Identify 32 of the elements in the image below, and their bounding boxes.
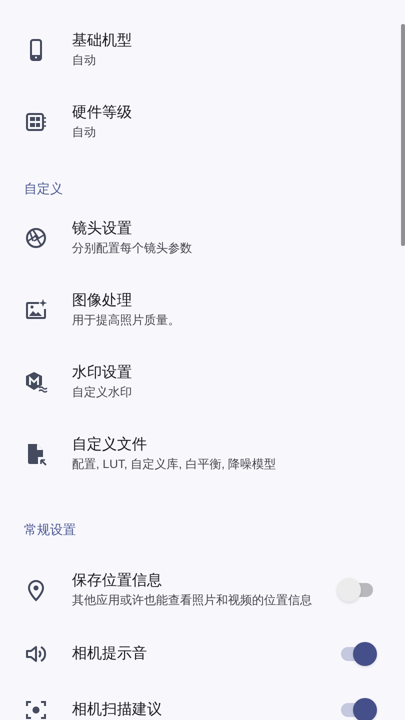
item-title: 硬件等级 [72, 103, 133, 123]
aperture-icon [24, 226, 48, 250]
settings-item[interactable]: 图像处理 用于提高照片质量。 [0, 274, 405, 346]
image-sparkle-icon [24, 298, 48, 322]
item-subtitle: 自动 [72, 52, 97, 69]
section-header: 自定义 [24, 181, 63, 196]
item-title: 水印设置 [72, 363, 133, 383]
settings-item[interactable]: 基础机型 自动 [0, 14, 405, 86]
settings-item[interactable]: 自定义文件 配置, LUT, 自定义库, 白平衡, 降噪模型 [0, 418, 405, 490]
item-title: 图像处理 [72, 291, 133, 311]
section-header: 常规设置 [24, 522, 76, 537]
item-subtitle: 其他应用或许也能查看照片和视频的位置信息 [72, 592, 313, 609]
item-subtitle: 用于提高照片质量。 [72, 312, 181, 329]
settings-item[interactable]: 镜头设置 分别配置每个镜头参数 [0, 202, 405, 274]
item-subtitle: 配置, LUT, 自定义库, 白平衡, 降噪模型 [72, 456, 278, 473]
settings-item[interactable]: 保存位置信息 其他应用或许也能查看照片和视频的位置信息 [0, 554, 405, 626]
item-subtitle: 分别配置每个镜头参数 [72, 240, 193, 257]
settings-item[interactable]: 硬件等级 自动 [0, 86, 405, 158]
item-title: 基础机型 [72, 31, 133, 51]
item-title: 自定义文件 [72, 435, 148, 455]
item-subtitle: 自定义水印 [72, 384, 133, 401]
scan-icon [24, 698, 48, 720]
settings-item[interactable]: 相机提示音 [0, 626, 405, 682]
item-subtitle: 自动 [72, 124, 97, 141]
settings-item[interactable]: 水印设置 自定义水印 [0, 346, 405, 418]
item-title: 相机扫描建议 [72, 700, 163, 720]
item-title: 镜头设置 [72, 219, 133, 239]
chip-icon [24, 110, 48, 134]
settings-item[interactable]: 相机扫描建议 [0, 682, 405, 720]
item-title: 相机提示音 [72, 644, 148, 664]
watermark-badge-icon [24, 370, 48, 394]
item-title: 保存位置信息 [72, 571, 163, 591]
